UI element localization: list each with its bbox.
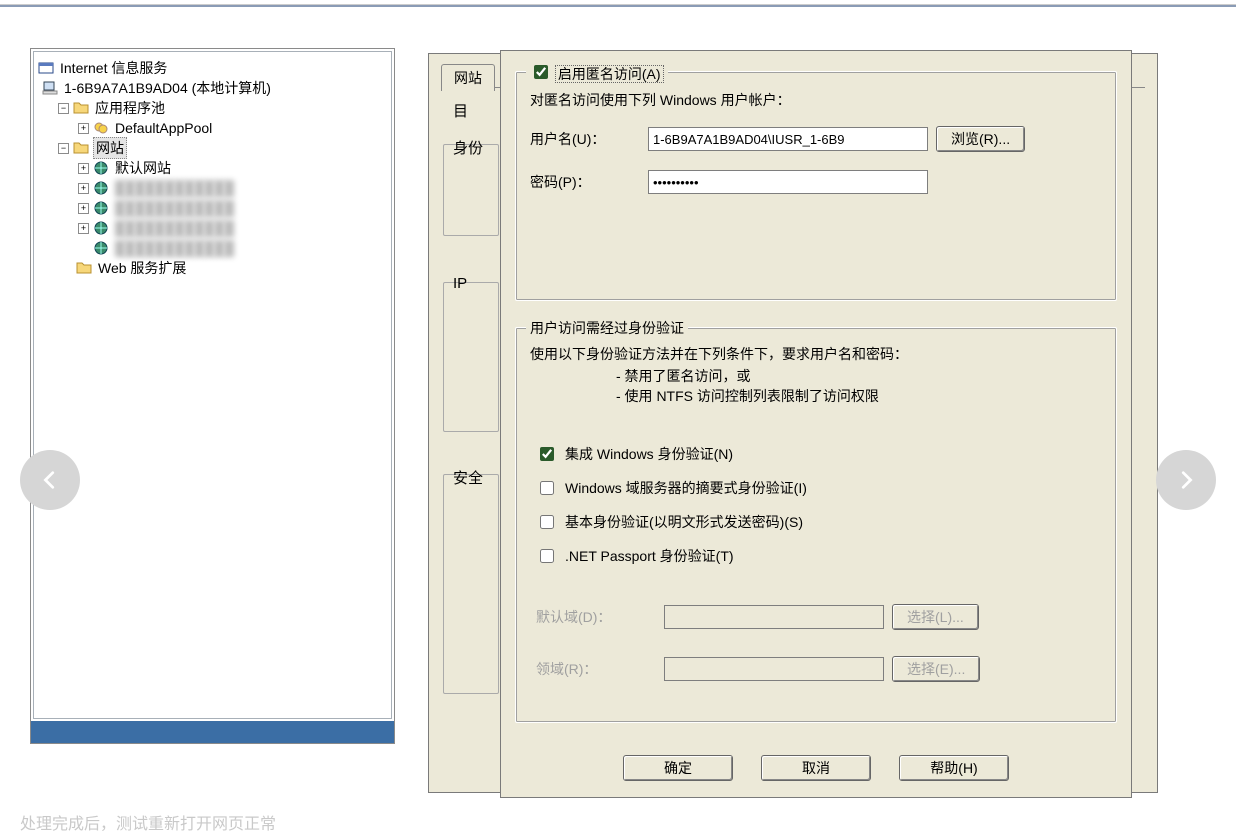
- tree-root[interactable]: Internet 信息服务: [38, 58, 387, 78]
- group-authenticated: 用户访问需经过身份验证 使用以下身份验证方法并在下列条件下，要求用户名和密码： …: [515, 327, 1117, 723]
- group-anonymous-title: 启用匿名访问(A): [526, 62, 668, 84]
- app-pool-icon: [93, 120, 109, 136]
- expand-toggle[interactable]: +: [78, 223, 89, 234]
- select-domain-button: 选择(L)...: [892, 604, 979, 630]
- site-icon: [93, 160, 109, 176]
- site-icon: [93, 180, 109, 196]
- iis-tree[interactable]: Internet 信息服务 1-6B9A7A1B9AD04 (本地计算机) − …: [33, 51, 392, 719]
- anon-enabled-checkbox[interactable]: [534, 65, 548, 79]
- tree-site-item[interactable]: + ████████████: [38, 198, 387, 218]
- tree-web-ext-label: Web 服务扩展: [96, 258, 186, 278]
- expand-toggle[interactable]: −: [58, 143, 69, 154]
- authentication-methods-dialog: 启用匿名访问(A) 对匿名访问使用下列 Windows 用户帐户： 用户名(U)…: [500, 50, 1132, 798]
- auth-desc-3: - 使用 NTFS 访问控制列表限制了访问权限: [616, 386, 879, 406]
- bg-group-security: [443, 474, 499, 694]
- realm-label: 领域(R)：: [536, 659, 656, 679]
- expand-toggle[interactable]: +: [78, 123, 89, 134]
- bg-group-ip-label: IP: [453, 275, 467, 292]
- tree-site-blurred-label: ████████████: [113, 240, 234, 256]
- tree-site-item[interactable]: + ████████████: [38, 218, 387, 238]
- tree-status-strip: [31, 721, 394, 743]
- password-input[interactable]: [648, 170, 928, 194]
- bg-group-ip: [443, 282, 499, 432]
- tree-computer-label: 1-6B9A7A1B9AD04 (本地计算机): [62, 78, 271, 98]
- nav-prev[interactable]: [20, 450, 80, 510]
- auth-desc-1: 使用以下身份验证方法并在下列条件下，要求用户名和密码：: [530, 344, 908, 364]
- iis-tree-window: Internet 信息服务 1-6B9A7A1B9AD04 (本地计算机) − …: [30, 48, 395, 744]
- page-caption: 处理完成后，测试重新打开网页正常: [20, 810, 276, 834]
- group-anonymous: 启用匿名访问(A) 对匿名访问使用下列 Windows 用户帐户： 用户名(U)…: [515, 71, 1117, 301]
- chevron-right-icon: [1175, 469, 1197, 491]
- username-label: 用户名(U)：: [530, 129, 640, 149]
- tree-websites[interactable]: − 网站: [38, 138, 387, 158]
- computer-icon: [42, 80, 58, 96]
- tree-site-blurred-label: ████████████: [113, 220, 234, 236]
- iis-root-icon: [38, 60, 54, 76]
- tree-default-app-pool[interactable]: + DefaultAppPool: [38, 118, 387, 138]
- tab-site[interactable]: 网站: [441, 64, 495, 91]
- expand-toggle[interactable]: +: [78, 203, 89, 214]
- group-authenticated-title: 用户访问需经过身份验证: [526, 318, 688, 338]
- tree-default-site-label: 默认网站: [113, 158, 171, 178]
- tree-app-pool[interactable]: − 应用程序池: [38, 98, 387, 118]
- chk-passport[interactable]: [540, 549, 554, 563]
- folder-icon: [73, 100, 89, 116]
- expand-spacer: [78, 243, 89, 254]
- realm-input: [664, 657, 884, 681]
- expand-toggle[interactable]: +: [78, 163, 89, 174]
- default-domain-input: [664, 605, 884, 629]
- site-icon: [93, 200, 109, 216]
- chk-digest[interactable]: [540, 481, 554, 495]
- browse-button[interactable]: 浏览(R)...: [936, 126, 1025, 152]
- help-button[interactable]: 帮助(H): [899, 755, 1009, 781]
- tree-web-ext[interactable]: Web 服务扩展: [38, 258, 387, 278]
- folder-icon: [76, 260, 92, 276]
- select-realm-button: 选择(E)...: [892, 656, 980, 682]
- chk-basic[interactable]: [540, 515, 554, 529]
- folder-icon: [73, 140, 89, 156]
- tree-site-blurred-label: ████████████: [113, 200, 234, 216]
- auth-desc-2: - 禁用了匿名访问，或: [616, 366, 751, 386]
- tree-default-app-pool-label: DefaultAppPool: [113, 120, 212, 136]
- chk-digest-label: Windows 域服务器的摘要式身份验证(I): [565, 478, 807, 498]
- chk-basic-label: 基本身份验证(以明文形式发送密码)(S): [565, 512, 803, 532]
- site-icon: [93, 220, 109, 236]
- chk-passport-label: .NET Passport 身份验证(T): [565, 546, 734, 566]
- tree-app-pool-label: 应用程序池: [93, 98, 165, 118]
- anon-enabled-label: 启用匿名访问(A): [555, 65, 664, 83]
- anon-desc: 对匿名访问使用下列 Windows 用户帐户：: [530, 90, 791, 110]
- ok-button[interactable]: 确定: [623, 755, 733, 781]
- tree-site-item[interactable]: ████████████: [38, 238, 387, 258]
- chk-integrated-label: 集成 Windows 身份验证(N): [565, 444, 733, 464]
- tree-site-item[interactable]: + ████████████: [38, 178, 387, 198]
- username-input[interactable]: [648, 127, 928, 151]
- tree-root-label: Internet 信息服务: [58, 58, 167, 78]
- tree-websites-label: 网站: [93, 137, 127, 159]
- expand-toggle[interactable]: +: [78, 183, 89, 194]
- password-label: 密码(P)：: [530, 172, 640, 192]
- site-icon: [93, 240, 109, 256]
- bg-group-security-label: 安全: [453, 467, 483, 488]
- chevron-left-icon: [39, 469, 61, 491]
- expand-toggle[interactable]: −: [58, 103, 69, 114]
- bg-sub-label: 目: [453, 100, 468, 121]
- tree-default-site[interactable]: + 默认网站: [38, 158, 387, 178]
- tree-computer[interactable]: 1-6B9A7A1B9AD04 (本地计算机): [38, 78, 387, 98]
- tree-site-blurred-label: ████████████: [113, 180, 234, 196]
- nav-next[interactable]: [1156, 450, 1216, 510]
- cancel-button[interactable]: 取消: [761, 755, 871, 781]
- bg-group-identity-label: 身份: [453, 137, 483, 158]
- default-domain-label: 默认域(D)：: [536, 607, 656, 627]
- chk-integrated-windows[interactable]: [540, 447, 554, 461]
